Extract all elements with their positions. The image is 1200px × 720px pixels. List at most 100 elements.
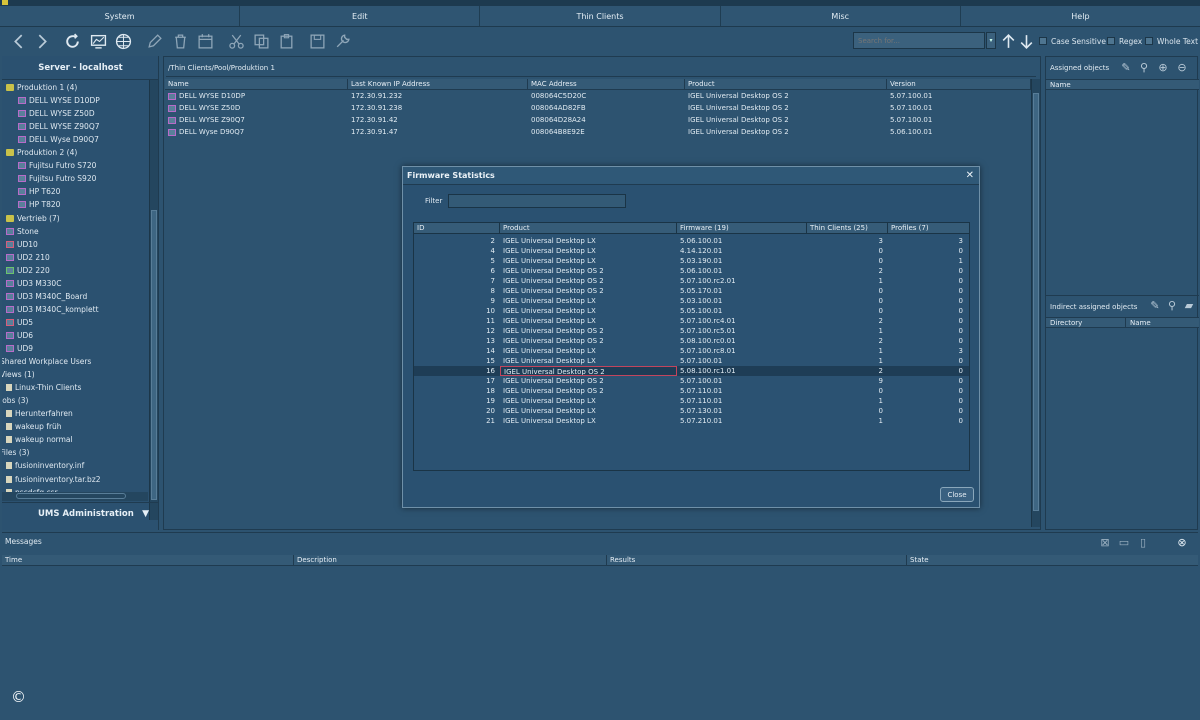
- column-firmware[interactable]: Firmware (19): [677, 223, 807, 233]
- tree-item[interactable]: UD5: [6, 316, 33, 329]
- search-input[interactable]: [853, 32, 985, 49]
- add-icon[interactable]: ⊕: [1157, 62, 1169, 74]
- tree-item[interactable]: UD6: [6, 329, 33, 342]
- tree-item[interactable]: UD3 M330C: [6, 277, 61, 290]
- copy-icon[interactable]: [251, 31, 271, 51]
- triangle-down-icon[interactable]: ▼: [142, 503, 149, 525]
- edit-icon[interactable]: ✎: [1149, 300, 1161, 312]
- forward-icon[interactable]: [32, 31, 52, 51]
- search-dropdown-icon[interactable]: ▾: [986, 32, 996, 49]
- tree-item[interactable]: wakeup normal: [6, 433, 73, 446]
- tree-item[interactable]: Herunterfahren: [6, 407, 73, 420]
- remove-icon[interactable]: ⊖: [1176, 62, 1188, 74]
- column-thin-clients[interactable]: Thin Clients (25): [807, 223, 888, 233]
- tree-item[interactable]: UD3 M340C_komplett: [6, 303, 99, 316]
- tree-item[interactable]: DELL WYSE Z90Q7: [18, 120, 100, 133]
- clear-icon[interactable]: ⊠: [1098, 536, 1112, 550]
- firmware-row[interactable]: 11 IGEL Universal Desktop LX 5.07.100.rc4.…: [414, 316, 969, 326]
- folder-icon[interactable]: ▭: [1117, 536, 1131, 550]
- firmware-row[interactable]: 12 IGEL Universal Desktop OS 2 5.07.100.rc…: [414, 326, 969, 336]
- tree-horizontal-thumb[interactable]: [16, 493, 126, 499]
- column-product[interactable]: Product: [685, 79, 887, 89]
- case-sensitive-option[interactable]: Case Sensitive: [1039, 35, 1106, 47]
- close-circle-icon[interactable]: ⊗: [1175, 536, 1189, 550]
- column-version[interactable]: Version: [887, 79, 1031, 89]
- firmware-row[interactable]: 15 IGEL Universal Desktop LX 5.07.100.01 1 0: [414, 356, 969, 366]
- column-directory[interactable]: Directory: [1046, 318, 1126, 327]
- column-results[interactable]: Results: [607, 555, 907, 565]
- tree-item[interactable]: Stone: [6, 225, 39, 238]
- tree-item[interactable]: wakeup früh: [6, 420, 62, 433]
- tree-scrollbar-thumb[interactable]: [151, 210, 157, 500]
- back-icon[interactable]: [8, 31, 28, 51]
- case-sensitive-checkbox[interactable]: [1039, 37, 1047, 45]
- regex-option[interactable]: Regex: [1107, 35, 1142, 47]
- tree-item[interactable]: fusioninventory.tar.bz2: [6, 473, 101, 486]
- column-name[interactable]: Name: [1126, 318, 1151, 327]
- column-id[interactable]: ID: [414, 223, 500, 233]
- arrow-down-icon[interactable]: [1016, 31, 1036, 51]
- column-time[interactable]: Time: [2, 555, 294, 565]
- tree-item[interactable]: Shared Workplace Users: [2, 355, 91, 368]
- ums-administration-section[interactable]: UMS Administration ▼: [2, 502, 158, 525]
- trash-icon[interactable]: ▯: [1136, 536, 1150, 550]
- list-scrollbar[interactable]: [1031, 79, 1040, 527]
- firmware-row[interactable]: 16 IGEL Universal Desktop OS 2 5.08.100.rc…: [414, 366, 969, 376]
- firmware-row[interactable]: 13 IGEL Universal Desktop OS 2 5.08.100.rc…: [414, 336, 969, 346]
- tree-item[interactable]: Vertrieb (7): [6, 212, 60, 225]
- folder-icon[interactable]: ▰: [1183, 300, 1195, 312]
- tree-item[interactable]: UD2 220: [6, 264, 50, 277]
- firmware-row[interactable]: 6 IGEL Universal Desktop OS 2 5.06.100.01 2…: [414, 266, 969, 276]
- column-profiles[interactable]: Profiles (7): [888, 223, 968, 233]
- trash-icon[interactable]: [170, 31, 190, 51]
- close-button[interactable]: Close: [940, 487, 974, 502]
- tree-item[interactable]: UD9: [6, 342, 33, 355]
- table-row[interactable]: DELL WYSE Z90Q7 172.30.91.42 008064D28A24 I…: [165, 114, 1031, 126]
- column-state[interactable]: State: [907, 555, 1198, 565]
- tree-item[interactable]: Linux-Thin Clients: [6, 381, 81, 394]
- tree-item[interactable]: DELL Wyse D90Q7: [18, 133, 99, 146]
- list-scrollbar-thumb[interactable]: [1033, 93, 1039, 511]
- close-icon[interactable]: ✕: [966, 167, 974, 185]
- menu-misc[interactable]: Misc: [721, 6, 961, 26]
- filter-input[interactable]: [448, 194, 626, 208]
- tree-item[interactable]: DELL WYSE Z50D: [18, 107, 95, 120]
- assigned-name-header[interactable]: Name: [1046, 79, 1199, 90]
- table-row[interactable]: DELL WYSE Z50D 172.30.91.238 008064AD82FB I…: [165, 102, 1031, 114]
- tree-horizontal-scrollbar[interactable]: [2, 492, 148, 501]
- refresh-icon[interactable]: [62, 31, 82, 51]
- menu-system[interactable]: System: [0, 6, 241, 26]
- whole-text-option[interactable]: Whole Text: [1145, 35, 1198, 47]
- firmware-row[interactable]: 17 IGEL Universal Desktop OS 2 5.07.100.01…: [414, 376, 969, 386]
- firmware-row[interactable]: 7 IGEL Universal Desktop OS 2 5.07.100.rc2…: [414, 276, 969, 286]
- filter-icon[interactable]: ⚲: [1166, 300, 1178, 312]
- paste-icon[interactable]: [276, 31, 296, 51]
- screen-icon[interactable]: [88, 31, 108, 51]
- tree-item[interactable]: UD2 210: [6, 251, 50, 264]
- column-mac[interactable]: MAC Address: [528, 79, 685, 89]
- column-description[interactable]: Description: [294, 555, 607, 565]
- filter-icon[interactable]: ⚲: [1138, 62, 1150, 74]
- firmware-row[interactable]: 19 IGEL Universal Desktop LX 5.07.110.01 1 0: [414, 396, 969, 406]
- tree-item[interactable]: Fujitsu Futro S920: [18, 172, 96, 185]
- menu-edit[interactable]: Edit: [240, 6, 481, 26]
- tree-scrollbar[interactable]: [149, 80, 158, 520]
- tree-item[interactable]: Views (1): [2, 368, 35, 381]
- tree-item[interactable]: fusioninventory.inf: [6, 459, 84, 472]
- globe-icon[interactable]: [113, 31, 133, 51]
- menu-thin-clients[interactable]: Thin Clients: [480, 6, 721, 26]
- column-ip[interactable]: Last Known IP Address: [348, 79, 528, 89]
- firmware-row[interactable]: 9 IGEL Universal Desktop LX 5.03.100.01 0 0: [414, 296, 969, 306]
- column-product[interactable]: Product: [500, 223, 677, 233]
- tools-icon[interactable]: [332, 31, 352, 51]
- firmware-row[interactable]: 8 IGEL Universal Desktop OS 2 5.05.170.01 0…: [414, 286, 969, 296]
- tree-item[interactable]: Produktion 2 (4): [6, 146, 77, 159]
- table-row[interactable]: DELL WYSE D10DP 172.30.91.232 008064C5D20C…: [165, 90, 1031, 102]
- firmware-row[interactable]: 10 IGEL Universal Desktop LX 5.05.100.01 0 0: [414, 306, 969, 316]
- tree-item[interactable]: Jobs (3): [2, 394, 28, 407]
- firmware-row[interactable]: 5 IGEL Universal Desktop LX 5.03.190.01 0 1: [414, 256, 969, 266]
- tree-item[interactable]: DELL WYSE D10DP: [18, 94, 100, 107]
- tree-item[interactable]: Files (3): [2, 446, 29, 459]
- menu-help[interactable]: Help: [961, 6, 1200, 26]
- table-row[interactable]: DELL Wyse D90Q7 172.30.91.47 008064B8E92E I…: [165, 126, 1031, 138]
